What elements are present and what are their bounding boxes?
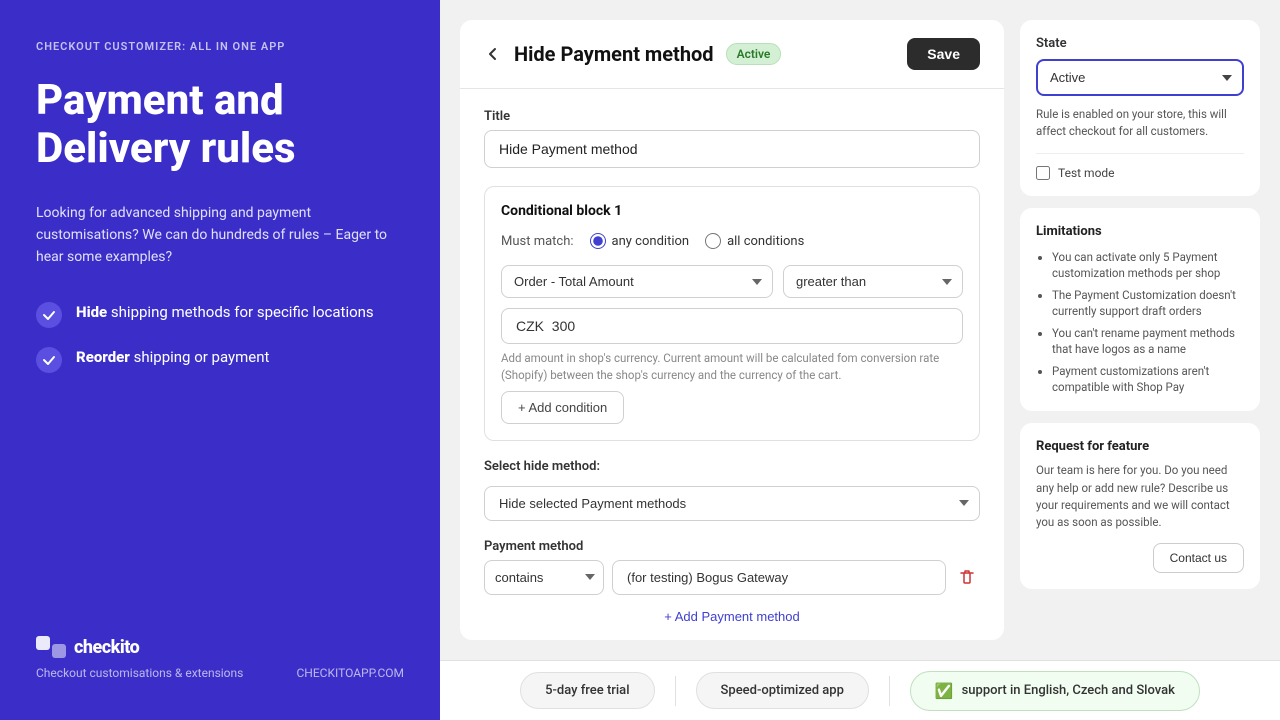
- payment-method-row: contains equals starts with: [484, 560, 980, 595]
- sidebar-feature-text-1: Hide shipping methods for specific locat…: [76, 301, 374, 324]
- check-icon-1: [36, 302, 62, 328]
- check-icon-2: [36, 347, 62, 373]
- test-mode-row: Test mode: [1036, 153, 1244, 180]
- radio-all-label: all conditions: [727, 234, 804, 249]
- state-card: State Active Inactive Rule is enabled on…: [1020, 20, 1260, 196]
- active-badge: Active: [726, 43, 782, 65]
- bottom-pill-trial: 5-day free trial: [520, 672, 654, 709]
- bottom-pill-support-text: support in English, Czech and Slovak: [962, 683, 1175, 698]
- title-field-label: Title: [484, 109, 980, 124]
- radio-any-label: any condition: [612, 234, 690, 249]
- sidebar: Checkout Customizer: All in One App Paym…: [0, 0, 440, 720]
- payment-method-label: Payment method: [484, 539, 980, 554]
- title-input[interactable]: [484, 130, 980, 168]
- sidebar-footer: checkito Checkout customisations & exten…: [36, 636, 404, 680]
- sidebar-url: CHECKITOAPP.COM: [296, 666, 404, 680]
- sidebar-feature-2: Reorder shipping or payment: [36, 346, 404, 373]
- request-feature-card: Request for feature Our team is here for…: [1020, 423, 1260, 589]
- checkmark-green-icon: ✅: [935, 682, 954, 700]
- limitations-card: Limitations You can activate only 5 Paym…: [1020, 208, 1260, 412]
- hide-method-label: Select hide method:: [484, 459, 980, 474]
- bottom-pill-speed: Speed-optimized app: [696, 672, 869, 709]
- sidebar-description: Looking for advanced shipping and paymen…: [36, 202, 404, 269]
- condition-hint: Add amount in shop's currency. Current a…: [501, 350, 963, 385]
- condition-value-input[interactable]: [501, 308, 963, 344]
- sidebar-bottom-row: Checkout customisations & extensions CHE…: [36, 666, 404, 680]
- bottom-divider-1: [675, 676, 676, 706]
- limitation-item-1: You can activate only 5 Payment customiz…: [1052, 249, 1244, 281]
- request-feature-desc: Our team is here for you. Do you need an…: [1036, 462, 1244, 531]
- radio-all-input[interactable]: [705, 233, 721, 249]
- state-label: State: [1036, 36, 1244, 51]
- state-select[interactable]: Active Inactive: [1036, 59, 1244, 96]
- bottom-bar: 5-day free trial Speed-optimized app ✅ s…: [440, 660, 1280, 720]
- sidebar-sub-text: Checkout customisations & extensions: [36, 666, 243, 680]
- panel-body: Title Conditional block 1 Must match: an…: [460, 89, 1004, 640]
- bottom-pill-support: ✅ support in English, Czech and Slovak: [910, 671, 1200, 711]
- panel-header: Hide Payment method Active Save: [460, 20, 1004, 89]
- request-feature-title: Request for feature: [1036, 439, 1244, 454]
- back-button[interactable]: [484, 45, 502, 63]
- center-panel: Hide Payment method Active Save Title Co…: [460, 20, 1004, 640]
- conditional-block-title: Conditional block 1: [501, 203, 963, 219]
- limitations-title: Limitations: [1036, 224, 1244, 239]
- title-field: Title: [484, 109, 980, 168]
- limitation-item-4: Payment customizations aren't compatible…: [1052, 363, 1244, 395]
- limitation-item-3: You can't rename payment methods that ha…: [1052, 325, 1244, 357]
- save-button[interactable]: Save: [907, 38, 980, 70]
- payment-method-value-input[interactable]: [612, 560, 946, 595]
- condition-operator-select[interactable]: greater than less than equals: [783, 265, 963, 298]
- sidebar-feature-1: Hide shipping methods for specific locat…: [36, 301, 404, 328]
- sidebar-top-label: Checkout Customizer: All in One App: [36, 40, 404, 53]
- main-content: Hide Payment method Active Save Title Co…: [440, 0, 1280, 720]
- add-condition-button[interactable]: + Add condition: [501, 391, 624, 424]
- radio-any-input[interactable]: [590, 233, 606, 249]
- main-area: Hide Payment method Active Save Title Co…: [440, 0, 1280, 660]
- conditional-block: Conditional block 1 Must match: any cond…: [484, 186, 980, 441]
- radio-all-conditions[interactable]: all conditions: [705, 233, 804, 249]
- limitations-list: You can activate only 5 Payment customiz…: [1036, 249, 1244, 396]
- must-match-row: Must match: any condition all conditions: [501, 233, 963, 249]
- test-mode-checkbox[interactable]: [1036, 166, 1050, 180]
- sidebar-logo: checkito: [36, 636, 404, 658]
- add-payment-method-button[interactable]: + Add Payment method: [484, 599, 980, 634]
- panel-title: Hide Payment method: [514, 42, 714, 66]
- logo-icon: [36, 636, 66, 658]
- delete-payment-method-button[interactable]: [954, 564, 980, 590]
- bottom-divider-2: [889, 676, 890, 706]
- limitation-item-2: The Payment Customization doesn't curren…: [1052, 287, 1244, 319]
- contact-us-button[interactable]: Contact us: [1153, 543, 1244, 573]
- radio-any-condition[interactable]: any condition: [590, 233, 690, 249]
- select-hide-method: Select hide method: Hide selected Paymen…: [484, 459, 980, 521]
- hide-method-select[interactable]: Hide selected Payment methods Show selec…: [484, 486, 980, 521]
- sidebar-feature-text-2: Reorder shipping or payment: [76, 346, 269, 369]
- must-match-label: Must match:: [501, 234, 574, 249]
- condition-row: Order - Total Amount greater than less t…: [501, 265, 963, 298]
- logo-text: checkito: [74, 637, 139, 658]
- sidebar-main-title: Payment and Delivery rules: [36, 77, 404, 174]
- state-hint: Rule is enabled on your store, this will…: [1036, 106, 1244, 141]
- condition-field-select[interactable]: Order - Total Amount: [501, 265, 773, 298]
- payment-method-operator-select[interactable]: contains equals starts with: [484, 560, 604, 595]
- test-mode-label: Test mode: [1058, 166, 1115, 180]
- right-panel: State Active Inactive Rule is enabled on…: [1020, 20, 1260, 640]
- payment-method-section: Payment method contains equals starts wi…: [484, 539, 980, 634]
